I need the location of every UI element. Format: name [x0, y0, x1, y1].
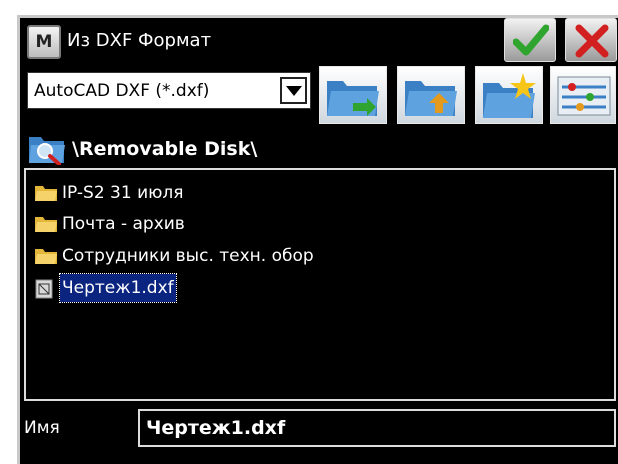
folder-up-icon: [405, 81, 457, 116]
format-select[interactable]: AutoCAD DXF (*.dxf): [27, 72, 311, 109]
app-logo-icon: M: [27, 25, 61, 59]
chevron-down-icon[interactable]: [280, 77, 307, 104]
folder-icon: [35, 217, 57, 232]
file-list[interactable]: IP-S2 31 июля Почта - архив Сотрудники в…: [24, 168, 616, 401]
name-label: Имя: [24, 418, 60, 438]
new-folder-icon: [483, 73, 536, 118]
list-item-label: IP-S2 31 июля: [62, 183, 184, 203]
folder-icon: [35, 186, 57, 201]
dxf-file-icon: [35, 279, 53, 299]
checkmark-icon: [513, 24, 549, 56]
list-item-label: Чертеж1.dxf: [59, 273, 177, 303]
file-name-field[interactable]: Чертеж1.dxf: [138, 409, 616, 447]
folder-icon: [35, 249, 57, 264]
new-folder-button[interactable]: [475, 66, 543, 124]
folder-search-icon: [29, 137, 65, 165]
title-bar: M Из DXF Формат: [20, 18, 618, 64]
parent-folder-button[interactable]: [397, 66, 465, 124]
list-item-label: Почта - архив: [62, 214, 185, 234]
close-icon: [575, 24, 609, 58]
list-item-label: Сотрудники выс. техн. обор: [62, 246, 314, 266]
current-path: \Removable Disk\: [72, 138, 258, 160]
view-options-button[interactable]: [550, 66, 616, 124]
open-folder-button[interactable]: [319, 66, 387, 124]
ok-button[interactable]: [504, 18, 556, 62]
format-select-value: AutoCAD DXF (*.dxf): [34, 81, 210, 101]
folder-open-arrow-icon: [327, 81, 379, 116]
settings-list-icon: [557, 76, 611, 116]
window-title: Из DXF Формат: [67, 30, 212, 51]
close-button[interactable]: [565, 18, 617, 62]
